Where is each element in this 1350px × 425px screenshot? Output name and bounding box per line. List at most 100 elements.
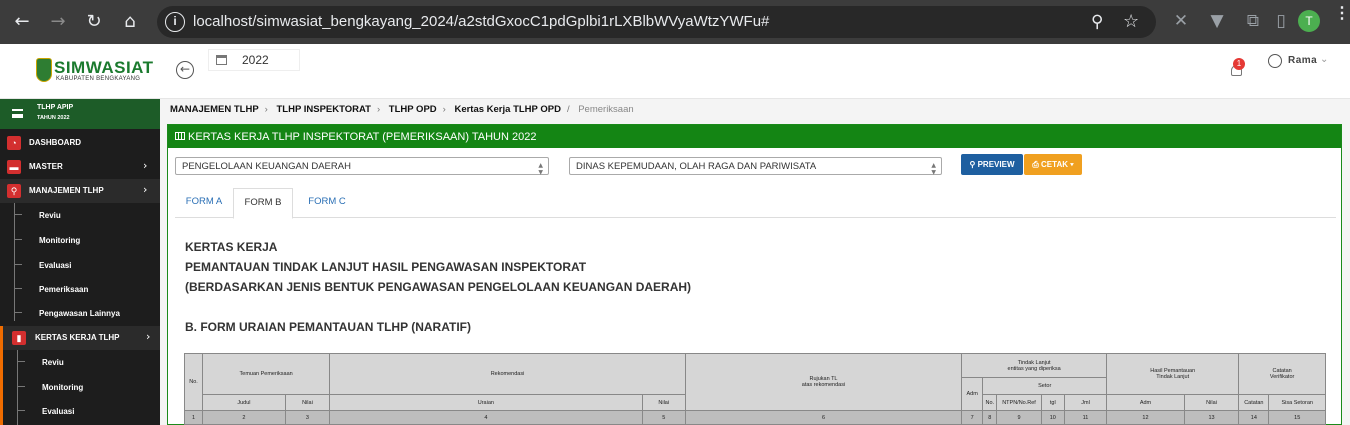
logo-text: SIMWASIAT [54, 58, 154, 77]
sidepanel-icon[interactable]: ▯ [1269, 9, 1293, 33]
submenu-kk-reviu[interactable]: Reviu [0, 350, 160, 374]
bookmark-star-icon[interactable]: ☆ [1123, 11, 1143, 32]
header-nilai: Nilai [284, 394, 331, 411]
forward-arrow-icon[interactable]: → [44, 8, 72, 36]
header-ntpn: NTPN/No.Ref [996, 394, 1042, 411]
column-number: 1 [183, 410, 204, 425]
header-catatan: Catatan [1238, 394, 1270, 411]
select-caret-icon: ▲ ▼ [538, 162, 543, 176]
year-value: 2022 [242, 53, 269, 67]
submenu-label: Monitoring [42, 383, 84, 392]
tree-branch [14, 239, 22, 240]
header-judul: Judul [202, 394, 286, 411]
profile-avatar[interactable]: T [1298, 10, 1320, 32]
submenu-kk-evaluasi[interactable]: Evaluasi [0, 399, 160, 423]
header-tindak-lanjut: Tindak Lanjut entitas yang diperiksa [961, 353, 1108, 378]
submenu-label: Monitoring [39, 236, 81, 245]
address-bar[interactable]: i localhost/simwasiat_bengkayang_2024/a2… [157, 6, 1156, 38]
opd-select[interactable]: DINAS KEPEMUDAAN, OLAH RAGA DAN PARIWISA… [569, 157, 942, 176]
header-rekomendasi: Rekomendasi [329, 353, 686, 395]
url-text[interactable]: localhost/simwasiat_bengkayang_2024/a2st… [193, 13, 769, 30]
extension-x-icon[interactable]: ✕ [1169, 9, 1193, 33]
search-icon: ⚲ [969, 160, 976, 169]
header-setor: Setor [982, 377, 1108, 395]
panel-header: KERTAS KERJA TLHP INSPEKTORAT (PEMERIKSA… [168, 125, 1341, 148]
year-selector[interactable]: 2022 [208, 49, 300, 71]
submenu-kk-monitoring[interactable]: Monitoring [0, 375, 160, 399]
tab-form-a[interactable]: FORM A [175, 188, 233, 218]
chevron-down-icon[interactable]: ⌄ [1320, 54, 1328, 65]
browser-menu-icon[interactable]: ⋮ [1334, 6, 1350, 22]
notification-bell[interactable]: 1 [1229, 58, 1245, 78]
column-number: 9 [996, 410, 1042, 425]
back-circle-icon[interactable]: ← [176, 61, 194, 79]
header-hasil-nilai: Nilai [1183, 394, 1240, 411]
tab-form-c[interactable]: FORM C [296, 188, 358, 218]
table-icon [175, 132, 185, 140]
emblem-icon [36, 58, 52, 82]
chevron-right-icon: › [143, 183, 148, 196]
column-number: 14 [1238, 410, 1270, 425]
column-number: 8 [982, 410, 998, 425]
breadcrumb-item[interactable]: MANAJEMEN TLHP [170, 104, 259, 115]
header-sisa-setoran: Sisa Setoran [1268, 394, 1326, 411]
sidebar-item-master[interactable]: ▬ MASTER › [0, 155, 160, 179]
breadcrumb-separator: / [566, 104, 570, 115]
menu-toggle-icon[interactable] [12, 109, 23, 118]
header-hasil: Hasil Pemantauan Tindak Lanjut [1106, 353, 1240, 395]
submenu-monitoring[interactable]: Monitoring [0, 228, 160, 252]
user-name[interactable]: Rama [1288, 55, 1317, 66]
extension-v-icon[interactable]: ▼ [1205, 9, 1229, 33]
reload-icon[interactable]: ↻ [80, 8, 108, 36]
submenu-label: Pengawasan Lainnya [39, 309, 120, 318]
back-arrow-icon[interactable]: ← [8, 8, 36, 36]
breadcrumb-separator: › [264, 104, 268, 115]
submenu-reviu[interactable]: Reviu [0, 203, 160, 227]
header-adm: Adm [961, 377, 984, 411]
preview-label: PREVIEW [977, 160, 1015, 169]
site-info-icon[interactable]: i [165, 12, 185, 32]
chevron-right-icon: › [146, 330, 151, 343]
zoom-icon[interactable]: ⚲ [1091, 12, 1111, 32]
browser-toolbar: ← → ↻ ⌂ i localhost/simwasiat_bengkayang… [0, 0, 1350, 44]
select-value: PENGELOLAAN KEUANGAN DAERAH [182, 161, 351, 172]
sidebar-item-dashboard[interactable]: ◔ DASHBOARD [0, 131, 160, 155]
header-nilai-rek: Nilai [641, 394, 686, 411]
cetak-button[interactable]: ⎙ CETAK ▾ [1024, 154, 1082, 175]
column-number: 4 [329, 410, 643, 425]
header-rujukan-line2: atas rekomendasi [801, 382, 846, 388]
home-icon[interactable]: ⌂ [116, 8, 144, 36]
sidebar-item-manajemen-tlhp[interactable]: ⚲ MANAJEMEN TLHP › [0, 179, 160, 203]
kertas-kerja-panel: KERTAS KERJA TLHP INSPEKTORAT (PEMERIKSA… [167, 124, 1342, 425]
extensions-puzzle-icon[interactable]: ⧉ [1241, 9, 1265, 33]
logo[interactable]: SIMWASIAT KABUPATEN BENGKAYANG [0, 44, 160, 99]
tree-branch [17, 410, 25, 411]
tree-branch [14, 288, 22, 289]
column-number: 15 [1268, 410, 1326, 425]
breadcrumb-item[interactable]: TLHP OPD [389, 104, 437, 115]
submenu-label: Evaluasi [39, 261, 72, 270]
logo-subtitle: KABUPATEN BENGKAYANG [56, 76, 141, 82]
tree-branch [17, 361, 25, 362]
header-uraian: Uraian [329, 394, 643, 411]
breadcrumb-item[interactable]: Kertas Kerja TLHP OPD [454, 104, 560, 115]
tab-form-b[interactable]: FORM B [233, 188, 293, 219]
user-icon[interactable] [1268, 54, 1282, 68]
sidebar-item-kertas-kerja-tlhp[interactable]: ▮ KERTAS KERJA TLHP › [0, 326, 160, 350]
submenu-evaluasi[interactable]: Evaluasi [0, 253, 160, 277]
sidebar: TLHP APIP TAHUN 2022 ◔ DASHBOARD ▬ MASTE… [0, 99, 160, 425]
select-caret-icon: ▲ ▼ [931, 162, 936, 176]
column-number: 11 [1063, 410, 1108, 425]
header-catatan-line2: Verifikator [1269, 374, 1295, 380]
column-number: 12 [1106, 410, 1185, 425]
preview-button[interactable]: ⚲ PREVIEW [961, 154, 1023, 175]
cetak-label: CETAK [1041, 160, 1068, 169]
breadcrumb-separator: › [376, 104, 381, 115]
breadcrumb-item[interactable]: TLHP INSPEKTORAT [276, 104, 370, 115]
submenu-pemeriksaan[interactable]: Pemeriksaan [0, 277, 160, 301]
document-heading-1: KERTAS KERJA [185, 240, 278, 254]
bentuk-pengawasan-select[interactable]: PENGELOLAAN KEUANGAN DAERAH ▲ ▼ [175, 157, 549, 176]
submenu-pengawasan-lainnya[interactable]: Pengawasan Lainnya [0, 301, 160, 325]
form-tabs: FORM A FORM B FORM C [175, 188, 1336, 219]
panel-title: KERTAS KERJA TLHP INSPEKTORAT (PEMERIKSA… [188, 131, 537, 143]
